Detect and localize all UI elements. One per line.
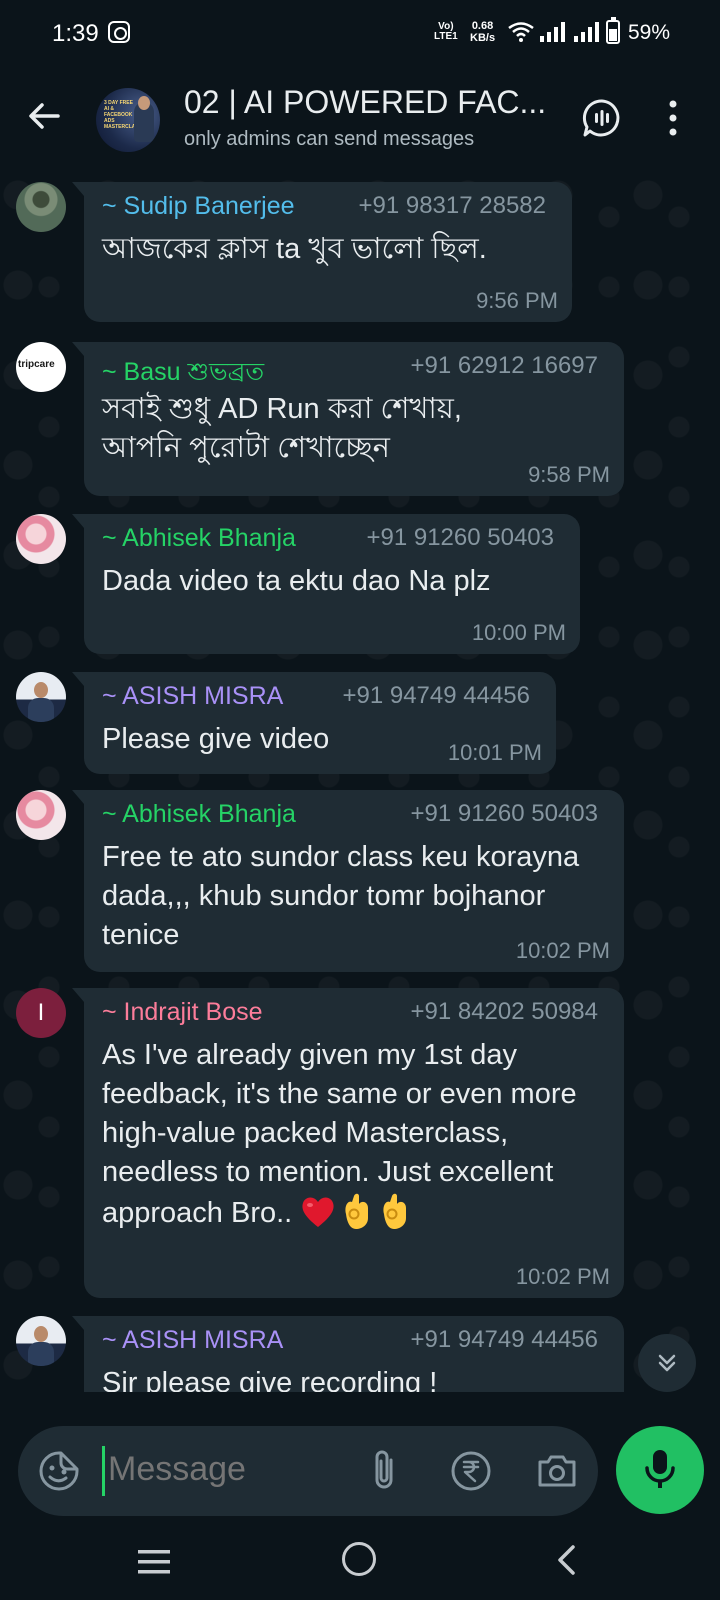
group-avatar-text: 3 DAY FREE AI & FACEBOOK ADS MASTERCLASS	[104, 100, 143, 130]
sender-avatar[interactable]	[16, 514, 66, 564]
battery-icon	[606, 17, 620, 44]
rupee-payment-icon[interactable]	[450, 1450, 492, 1492]
sender-phone: +91 84202 50984	[410, 998, 598, 1025]
message-time: 10:00 PM	[471, 620, 566, 645]
double-chevron-down-icon	[658, 1354, 676, 1372]
message-time: 9:58 PM	[528, 462, 610, 487]
message-bubble[interactable]: ~ ASISH MISRA +91 94749 44456 Please giv…	[72, 672, 556, 774]
sender-name[interactable]: ~ ASISH MISRA	[102, 1326, 283, 1355]
sender-phone: +91 94749 44456	[410, 1326, 598, 1353]
signal-icon-sim1	[540, 22, 565, 42]
sender-avatar[interactable]	[16, 182, 66, 232]
message-input-container[interactable]	[18, 1426, 598, 1516]
sender-phone: +91 91260 50403	[366, 524, 554, 551]
recent-apps-icon[interactable]	[138, 1548, 170, 1576]
attachment-icon[interactable]	[364, 1448, 404, 1494]
sender-avatar[interactable]: tripcare	[16, 342, 66, 392]
sender-name[interactable]: ~ Indrajit Bose	[102, 998, 263, 1027]
group-avatar-person	[134, 96, 154, 142]
chat-title[interactable]: 02 | AI POWERED FAC...	[184, 84, 554, 121]
message-time: 10:02 PM	[515, 938, 610, 963]
chat-bottom-fade	[0, 1392, 720, 1422]
sender-name[interactable]: ~ Abhisek Bhanja	[102, 524, 296, 553]
battery-percent: 59%	[628, 21, 671, 44]
camera-icon[interactable]	[536, 1450, 578, 1492]
message-text: আজকের ক্লাস ta খুব ভালো ছিল.	[102, 233, 487, 265]
message-input[interactable]	[108, 1450, 338, 1489]
message-bubble[interactable]: ~ Sudip Banerjee +91 98317 28582 আজকের ক…	[72, 182, 572, 322]
sender-avatar[interactable]	[16, 672, 66, 722]
group-avatar[interactable]: 3 DAY FREE AI & FACEBOOK ADS MASTERCLASS	[96, 88, 160, 152]
message-composer	[0, 1422, 720, 1526]
chat-messages-area[interactable]: ~ Sudip Banerjee +91 98317 28582 আজকের ক…	[0, 168, 720, 1422]
network-speed: 0.68 KB/s	[470, 20, 495, 44]
message-text-body: As I've already given my 1st day feedbac…	[102, 1039, 577, 1229]
sender-phone: +91 91260 50403	[410, 800, 598, 827]
tripcare-logo-text: tripcare	[18, 359, 55, 370]
sender-name[interactable]: ~ Abhisek Bhanja	[102, 800, 296, 829]
sender-avatar[interactable]: I	[16, 988, 66, 1038]
more-options-icon[interactable]	[666, 98, 680, 138]
message-time: 10:01 PM	[447, 740, 542, 765]
message-bubble[interactable]: ~ Abhisek Bhanja +91 91260 50403 Free te…	[72, 790, 624, 972]
voice-record-button[interactable]	[616, 1426, 704, 1514]
sender-phone: +91 94749 44456	[342, 682, 530, 709]
ok-hand-emoji	[345, 1193, 369, 1229]
system-back-icon[interactable]	[556, 1544, 576, 1576]
sticker-emoji-icon[interactable]	[38, 1450, 80, 1492]
message-bubble[interactable]: ~ Basu শুভব্রত +91 62912 16697 সবাই শুধু…	[72, 342, 624, 496]
sender-name[interactable]: ~ ASISH MISRA	[102, 682, 283, 711]
chat-subtitle: only admins can send messages	[184, 128, 475, 150]
chat-header: 3 DAY FREE AI & FACEBOOK ADS MASTERCLASS…	[0, 68, 720, 168]
message-bubble[interactable]: ~ Abhisek Bhanja +91 91260 50403 Dada vi…	[72, 514, 580, 654]
message-time: 10:02 PM	[515, 1264, 610, 1289]
message-bubble[interactable]: ~ Indrajit Bose +91 84202 50984 As I've …	[72, 988, 624, 1298]
message-text: Dada video ta ektu dao Na plz	[102, 565, 491, 597]
sender-name[interactable]: ~ Basu শুভব্রত	[102, 352, 264, 395]
wifi-icon	[508, 22, 534, 42]
sender-avatar[interactable]	[16, 790, 66, 840]
network-speed-value: 0.68	[471, 20, 494, 32]
microphone-icon	[645, 1450, 675, 1488]
sender-phone: +91 62912 16697	[410, 352, 598, 379]
sender-name[interactable]: ~ Sudip Banerjee	[102, 192, 295, 221]
signal-icon-sim2	[574, 22, 599, 42]
notification-icon	[108, 21, 130, 43]
text-cursor	[102, 1446, 105, 1496]
lte-label: LTE1	[434, 31, 458, 42]
status-bar: 1:39 Vo) LTE1 0.68 KB/s 59%	[0, 0, 720, 68]
voice-chat-icon[interactable]	[582, 98, 622, 138]
message-text: Please give video	[102, 723, 330, 755]
sender-phone: +91 98317 28582	[358, 192, 546, 219]
scroll-to-bottom-button[interactable]	[638, 1334, 696, 1392]
message-text: সবাই শুধু AD Run করা শেখায়, আপনি পুরোটা…	[102, 393, 462, 464]
volte-indicator: Vo) LTE1	[434, 22, 458, 42]
home-icon[interactable]	[342, 1542, 376, 1576]
sender-avatar[interactable]	[16, 1316, 66, 1366]
status-time: 1:39	[52, 20, 99, 47]
system-navigation-bar	[0, 1526, 720, 1600]
message-text: As I've already given my 1st day feedbac…	[102, 1036, 607, 1233]
message-time: 9:56 PM	[476, 288, 558, 313]
ok-hand-emoji	[383, 1193, 407, 1229]
back-arrow-icon[interactable]	[26, 98, 62, 134]
network-speed-unit: KB/s	[470, 32, 496, 44]
heart-emoji	[302, 1197, 334, 1227]
